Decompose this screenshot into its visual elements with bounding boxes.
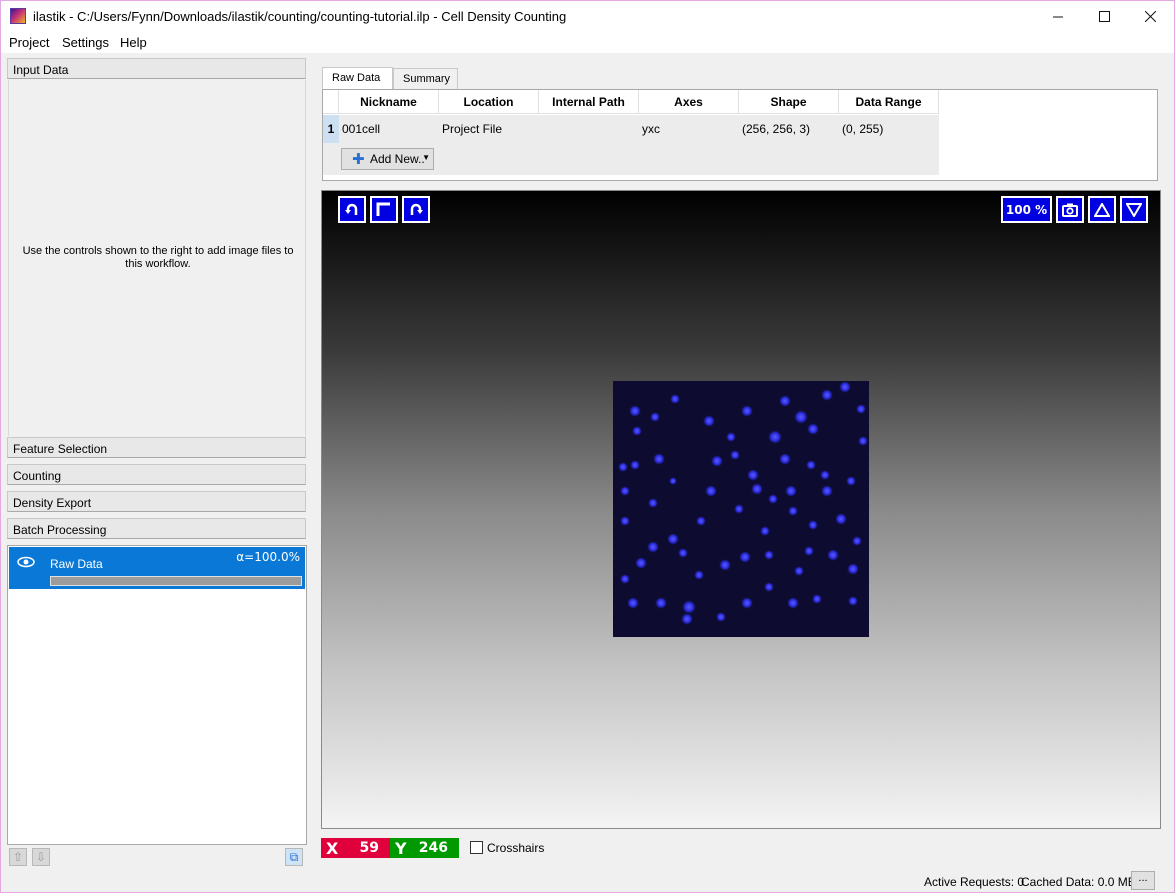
- y-label: Y: [395, 839, 407, 858]
- cache-details-button[interactable]: ...: [1131, 871, 1155, 890]
- column-header-location[interactable]: Location: [439, 90, 539, 114]
- close-icon: [1144, 11, 1156, 22]
- add-new-button[interactable]: ✚ Add New.. ▼: [341, 148, 434, 170]
- layer-down-button[interactable]: ⇩: [32, 848, 50, 866]
- cell-shape[interactable]: (256, 256, 3): [739, 115, 839, 143]
- applet-drawer: Input Data Use the controls shown to the…: [7, 58, 307, 541]
- duplicate-icon: ⧉: [289, 849, 299, 864]
- window-title: ilastik - C:/Users/Fynn/Downloads/ilasti…: [33, 9, 567, 24]
- fit-icon: [376, 202, 390, 216]
- y-value: 246: [418, 840, 448, 856]
- column-header-shape[interactable]: Shape: [739, 90, 839, 114]
- rotate-left-icon: [345, 203, 358, 215]
- menu-settings[interactable]: Settings: [62, 35, 109, 50]
- layer-opacity-fill: [51, 577, 301, 585]
- cell-location[interactable]: Project File: [439, 115, 539, 143]
- active-requests-status: Active Requests: 0: [924, 875, 1025, 889]
- x-value: 59: [359, 840, 379, 856]
- applet-header-density-export[interactable]: Density Export: [7, 491, 306, 512]
- y-coordinate: Y 246: [390, 838, 459, 858]
- image-viewer[interactable]: 100 %: [321, 190, 1161, 829]
- cell-internal-path[interactable]: [539, 115, 639, 143]
- arrow-down-icon: ⇩: [35, 850, 47, 864]
- zoom-level-button[interactable]: 100 %: [1001, 196, 1052, 223]
- cell-image-content: [613, 381, 869, 637]
- layer-list: Raw Data α=100.0%: [7, 545, 307, 845]
- cell-data-range[interactable]: (0, 255): [839, 115, 939, 143]
- cell-image[interactable]: [613, 381, 869, 637]
- maximize-icon: [1098, 11, 1110, 22]
- plus-icon: ✚: [352, 151, 365, 168]
- layer-up-button[interactable]: ⇧: [9, 848, 27, 866]
- slice-down-icon: [1126, 202, 1142, 217]
- tab-raw-data[interactable]: Raw Data: [322, 67, 393, 89]
- crosshairs-checkbox[interactable]: [470, 841, 483, 854]
- x-coordinate: X 59: [321, 838, 390, 858]
- main-window: ilastik - C:/Users/Fynn/Downloads/ilasti…: [0, 0, 1175, 893]
- crosshairs-label[interactable]: Crosshairs: [487, 841, 544, 855]
- arrow-up-icon: ⇧: [12, 850, 24, 864]
- dataset-table: Nickname Location Internal Path Axes Sha…: [322, 89, 1158, 181]
- layer-opacity-label: α=100.0%: [236, 550, 300, 564]
- rotate-left-button[interactable]: [338, 196, 366, 223]
- cell-nickname[interactable]: 001cell: [339, 115, 439, 143]
- add-new-label: Add New..: [370, 152, 425, 166]
- row-index[interactable]: 1: [323, 115, 339, 143]
- camera-icon: [1062, 203, 1078, 217]
- menu-project[interactable]: Project: [9, 35, 49, 50]
- layer-name: Raw Data: [50, 557, 103, 571]
- row-gutter: [323, 143, 339, 175]
- layer-duplicate-button[interactable]: ⧉: [285, 848, 303, 866]
- layer-opacity-bar[interactable]: [50, 576, 302, 586]
- column-header-data-range[interactable]: Data Range: [839, 90, 939, 114]
- table-corner: [323, 90, 339, 114]
- close-button[interactable]: [1127, 1, 1173, 32]
- slice-down-button[interactable]: [1120, 196, 1148, 223]
- input-data-help-text: Use the controls shown to the right to a…: [22, 245, 294, 270]
- input-data-panel: Use the controls shown to the right to a…: [8, 80, 306, 436]
- slice-up-button[interactable]: [1088, 196, 1116, 223]
- fit-view-button[interactable]: [370, 196, 398, 223]
- eye-icon[interactable]: [17, 556, 35, 571]
- minimize-button[interactable]: [1035, 1, 1081, 32]
- menu-bar: Project Settings Help: [1, 32, 1174, 53]
- slice-up-icon: [1094, 202, 1110, 217]
- cached-data-status: Cached Data: 0.0 MB: [1021, 875, 1136, 889]
- maximize-button[interactable]: [1081, 1, 1127, 32]
- x-label: X: [326, 839, 339, 858]
- title-bar: ilastik - C:/Users/Fynn/Downloads/ilasti…: [1, 1, 1174, 32]
- ilastik-app-icon: [10, 8, 26, 24]
- applet-header-feature-selection[interactable]: Feature Selection: [7, 437, 306, 458]
- screenshot-button[interactable]: [1056, 196, 1084, 223]
- column-header-axes[interactable]: Axes: [639, 90, 739, 114]
- applet-header-input-data[interactable]: Input Data: [7, 58, 306, 79]
- column-header-internal-path[interactable]: Internal Path: [539, 90, 639, 114]
- rotate-right-button[interactable]: [402, 196, 430, 223]
- minimize-icon: [1052, 16, 1063, 18]
- applet-header-counting[interactable]: Counting: [7, 464, 306, 485]
- chevron-down-icon: ▼: [422, 153, 430, 162]
- column-header-nickname[interactable]: Nickname: [339, 90, 439, 114]
- applet-header-batch-processing[interactable]: Batch Processing: [7, 518, 306, 539]
- layer-row[interactable]: Raw Data α=100.0%: [9, 547, 305, 589]
- menu-help[interactable]: Help: [120, 35, 147, 50]
- tab-summary[interactable]: Summary: [393, 68, 458, 89]
- cell-axes[interactable]: yxc: [639, 115, 739, 143]
- rotate-right-icon: [410, 203, 423, 215]
